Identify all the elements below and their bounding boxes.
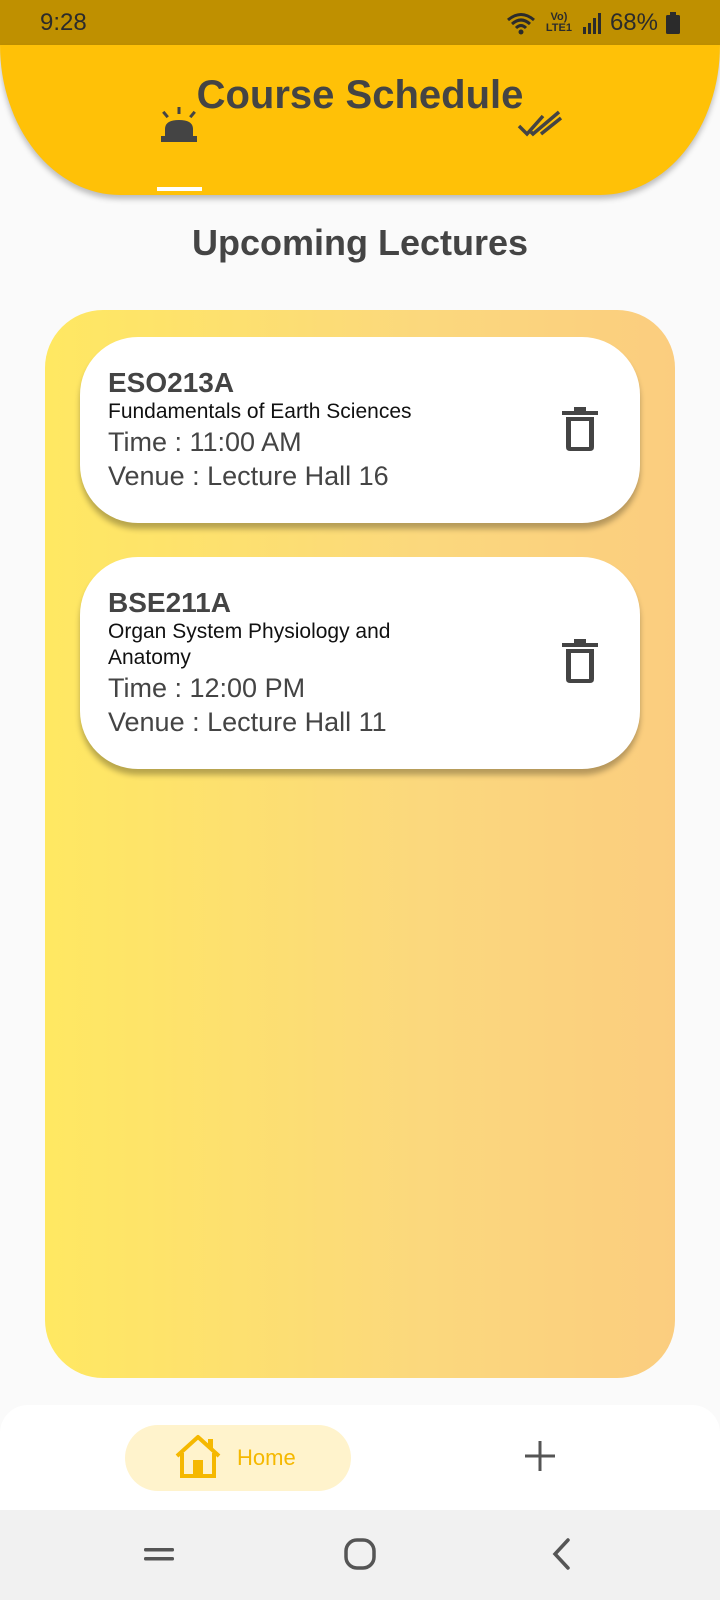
app-root: 9:28 Vo) LTE1 68% Course Schedule Upcomi… (0, 0, 720, 1600)
app-header: Course Schedule (0, 45, 720, 195)
status-bar: 9:28 Vo) LTE1 68% (0, 0, 720, 45)
nav-home-button[interactable]: Home (125, 1425, 351, 1491)
course-code: ESO213A (108, 367, 235, 398)
delete-button[interactable] (558, 406, 602, 456)
system-home-button[interactable] (330, 1535, 390, 1577)
course-venue: Venue : Lecture Hall 11 (108, 707, 387, 737)
tab-indicator (157, 187, 202, 191)
signal-icon (582, 12, 602, 34)
circle-home-icon (343, 1537, 377, 1576)
nav-add-button[interactable] (520, 1433, 560, 1483)
lecture-card[interactable]: ESO213A Fundamentals of Earth Sciences T… (80, 337, 640, 523)
lecture-card[interactable]: BSE211A Organ System Physiology and Anat… (80, 557, 640, 769)
nav-home-label: Home (237, 1445, 296, 1470)
recent-apps-button[interactable] (129, 1535, 189, 1577)
course-code: BSE211A (108, 587, 231, 618)
trash-icon (562, 406, 598, 456)
course-venue: Venue : Lecture Hall 16 (108, 461, 389, 491)
bottom-nav: Home (0, 1405, 720, 1510)
course-name: Fundamentals of Earth Sciences (108, 400, 412, 423)
battery-percent: 68% (609, 8, 658, 36)
page-title: Course Schedule (196, 73, 524, 117)
trash-icon (562, 638, 598, 688)
section-title: Upcoming Lectures (191, 222, 529, 263)
tab-completed[interactable] (515, 105, 565, 150)
back-button[interactable] (532, 1535, 592, 1577)
delete-button[interactable] (558, 638, 602, 688)
network-label: Vo) LTE1 (545, 10, 572, 34)
recent-apps-icon (143, 1544, 175, 1569)
double-check-icon (517, 110, 563, 145)
course-name: Organ System Physiology and Anatomy (108, 620, 391, 669)
system-nav-bar (0, 1510, 720, 1600)
plus-icon (524, 1440, 556, 1477)
tab-upcoming[interactable] (155, 105, 203, 150)
status-icons: Vo) LTE1 68% (506, 9, 680, 37)
alarm-light-icon (159, 107, 199, 148)
chevron-left-icon (550, 1537, 574, 1576)
status-time: 9:28 (40, 8, 87, 36)
battery-icon (666, 11, 680, 34)
wifi-icon (506, 11, 536, 35)
home-icon (173, 1434, 223, 1483)
